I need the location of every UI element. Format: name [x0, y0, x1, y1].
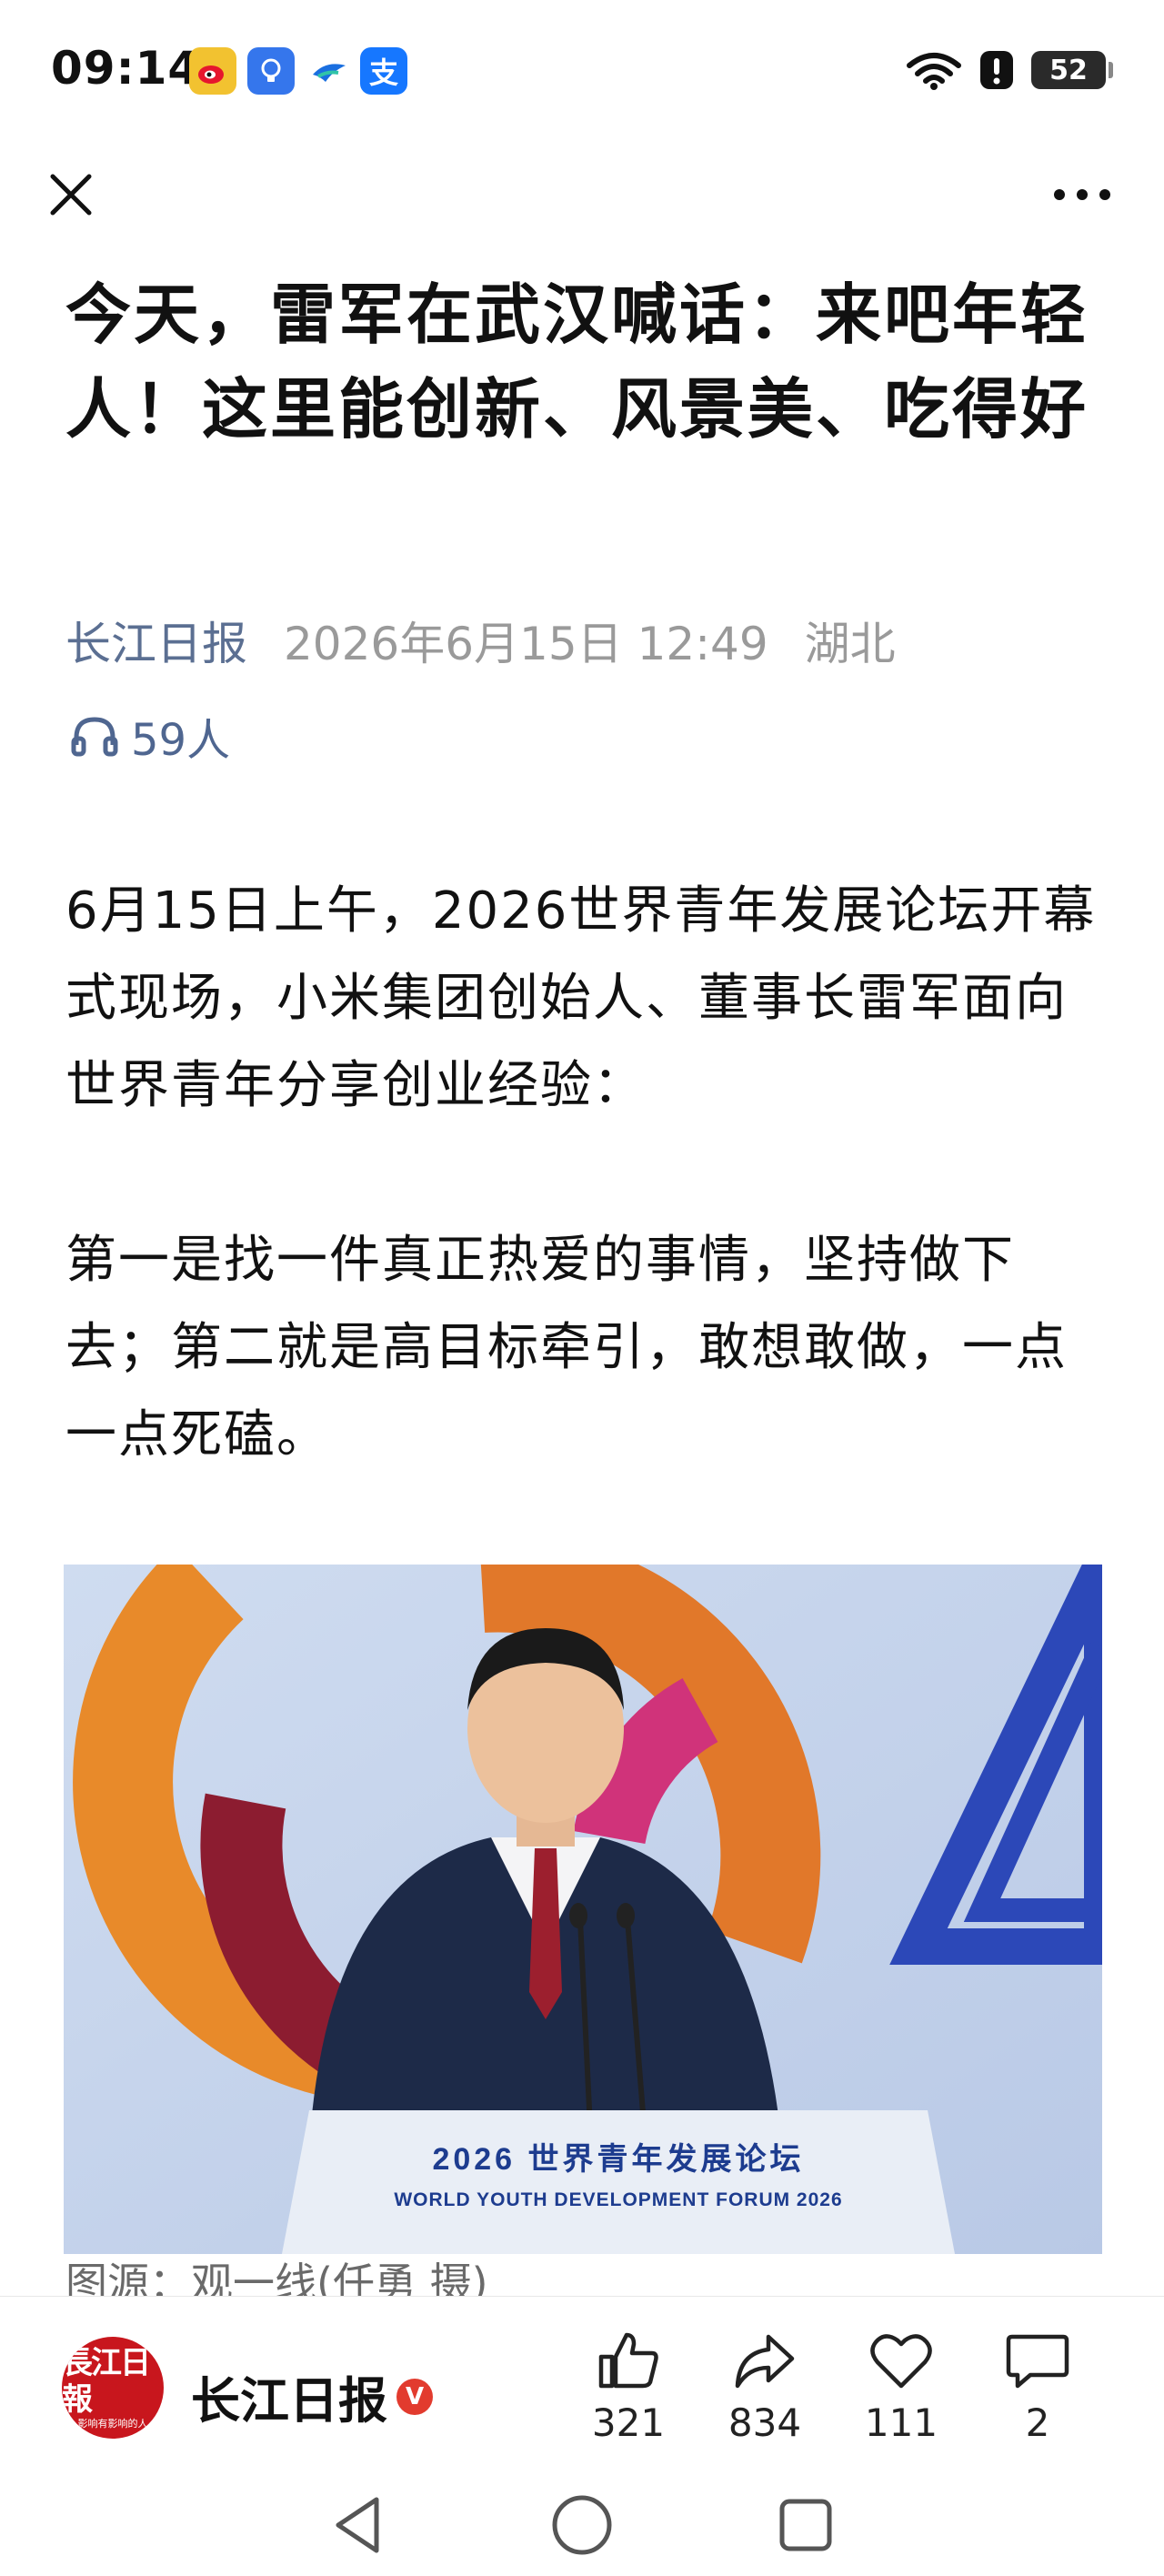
share-button[interactable]: 834	[715, 2329, 815, 2445]
more-options-button[interactable]	[1037, 160, 1128, 229]
article-datetime: 2026年6月15日 12:49	[284, 618, 768, 670]
article-paragraph: 第一是找一件真正热爱的事情，坚持做下去；第二就是高目标牵引，敢想敢做，一点一点死…	[65, 1231, 1068, 1464]
like-button[interactable]: 321	[578, 2329, 678, 2445]
forum-speaker-image: 2026 世界青年发展论坛 WORLD YOUTH DEVELOPMENT FO…	[64, 1565, 1102, 2254]
logo-slogan: 影响有影响的人	[77, 2418, 148, 2430]
like-count: 321	[591, 2400, 666, 2445]
publisher-logo[interactable]: 長江日報 影响有影响的人	[62, 2337, 164, 2439]
alipay-glyph: 支	[368, 55, 398, 90]
status-indicators: 52	[906, 49, 1113, 91]
share-icon	[735, 2334, 795, 2389]
comment-button[interactable]: 2	[988, 2329, 1088, 2445]
weibo-icon	[189, 47, 236, 95]
system-navigation-bar	[0, 2467, 1164, 2576]
bottom-action-bar: 長江日報 影响有影响的人 长江日报 V 321 834 111 2	[0, 2296, 1164, 2468]
article-region: 湖北	[804, 618, 896, 670]
podium-subtitle: WORLD YOUTH DEVELOPMENT FORUM 2026	[394, 2189, 842, 2210]
podium-title: 2026 世界青年发展论坛	[432, 2142, 804, 2177]
headphones-icon	[71, 717, 118, 757]
share-count: 834	[728, 2400, 802, 2445]
bulb-app-icon	[247, 47, 295, 95]
logo-wordmark: 長江日報	[62, 2345, 151, 2418]
article-paragraph: 6月15日上午，2026世界青年发展论坛开幕式现场，小米集团创始人、董事长雷军面…	[65, 881, 1097, 1115]
battery-indicator: 52	[1031, 51, 1113, 89]
more-icon	[1054, 189, 1110, 200]
verified-badge: V	[396, 2378, 433, 2415]
nav-recents-button[interactable]	[769, 2489, 842, 2561]
wifi-icon	[907, 53, 961, 90]
bird-app-icon	[306, 47, 353, 95]
article-title: 今天，雷军在武汉喊话：来吧年轻人！这里能创新、风景美、吃得好	[65, 277, 1089, 448]
nav-back-button[interactable]	[322, 2489, 395, 2561]
thumbs-up-icon	[598, 2332, 658, 2389]
heart-icon	[870, 2334, 932, 2389]
close-button[interactable]	[36, 160, 105, 229]
publisher-name: 长江日报	[191, 2372, 387, 2430]
favorite-count: 111	[864, 2400, 938, 2445]
listener-count: 59人	[131, 715, 231, 766]
recents-square-icon	[779, 2499, 832, 2551]
alipay-icon: 支	[360, 47, 407, 95]
article-meta: 长江日报 2026年6月15日 12:49 湖北	[65, 608, 896, 673]
comment-icon	[1006, 2334, 1069, 2389]
status-time: 09:14	[51, 42, 201, 95]
back-triangle-icon	[336, 2497, 379, 2553]
home-circle-icon	[552, 2495, 612, 2555]
alert-icon	[980, 51, 1013, 89]
close-icon	[50, 174, 92, 216]
publisher-name-link[interactable]: 长江日报 V	[191, 2360, 433, 2432]
article-source-link[interactable]: 长江日报	[65, 608, 247, 673]
nav-home-button[interactable]	[546, 2489, 618, 2561]
listen-button[interactable]: 59人	[71, 704, 230, 768]
favorite-button[interactable]: 111	[851, 2329, 951, 2445]
status-bar: 09:14 支 52	[0, 0, 1164, 146]
comment-count: 2	[1025, 2400, 1050, 2445]
article-photo[interactable]: 2026 世界青年发展论坛 WORLD YOUTH DEVELOPMENT FO…	[64, 1565, 1102, 2254]
